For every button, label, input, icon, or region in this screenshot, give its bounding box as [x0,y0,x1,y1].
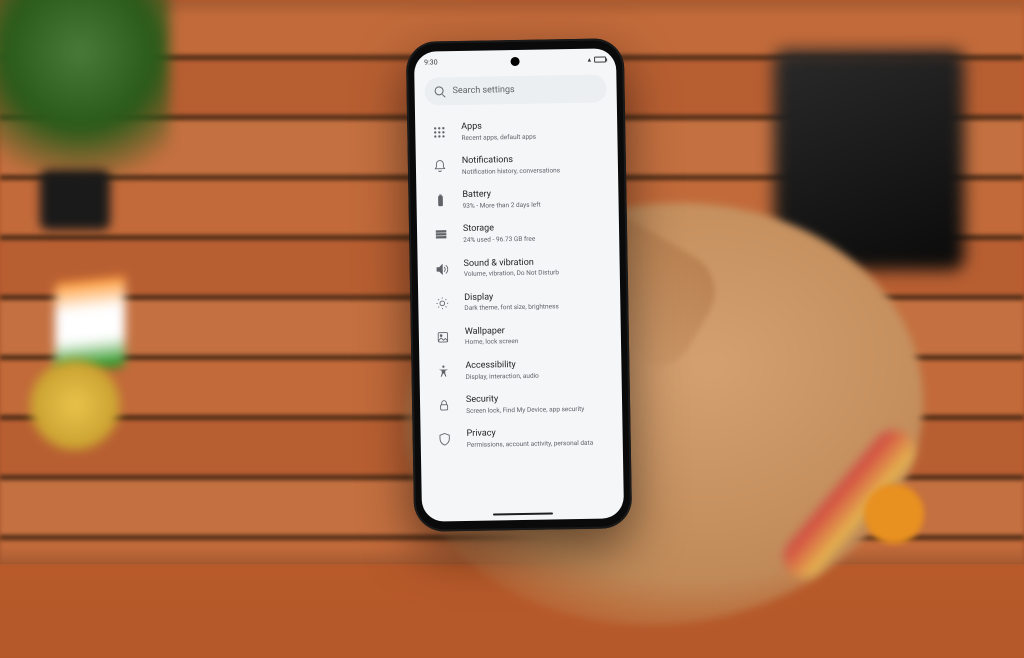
apps-icon [431,124,447,140]
settings-item-wallpaper[interactable]: Wallpaper Home, lock screen [425,317,616,354]
lock-icon [436,397,452,413]
settings-item-sound[interactable]: Sound & vibration Volume, vibration, Do … [423,249,614,286]
settings-item-battery[interactable]: Battery 93% - More than 2 days left [422,181,613,218]
settings-item-security[interactable]: Security Screen lock, Find My Device, ap… [426,385,617,422]
settings-list[interactable]: Apps Recent apps, default apps Notificat… [415,112,623,457]
battery-icon [594,56,606,62]
prop-pot [40,170,110,230]
item-subtitle: Recent apps, default apps [461,131,601,142]
nav-handle[interactable] [493,512,553,516]
item-subtitle: Home, lock screen [465,336,605,347]
wrist-bead [864,484,924,544]
signal-icon: ▴ [587,56,591,64]
item-subtitle: 24% used - 96.73 GB free [463,234,603,245]
item-subtitle: Notification history, conversations [462,165,602,176]
storage-icon [433,227,449,243]
item-subtitle: Display, interaction, audio [466,370,606,381]
search-placeholder: Search settings [453,85,515,96]
display-icon [434,295,450,311]
camera-hole [511,57,520,66]
settings-item-storage[interactable]: Storage 24% used - 96.73 GB free [423,215,614,252]
item-subtitle: Dark theme, font size, brightness [464,302,604,313]
search-icon [435,86,445,96]
item-subtitle: Screen lock, Find My Device, app securit… [466,404,606,415]
status-time: 9:30 [424,58,438,66]
item-subtitle: 93% - More than 2 days left [463,199,603,210]
wallpaper-icon [435,329,451,345]
prop-flag [55,276,125,373]
settings-item-privacy[interactable]: Privacy Permissions, account activity, p… [426,419,617,456]
phone-frame: 9:30 ▴ Search settings Apps Recent apps,… [406,38,633,532]
prop-medal [30,360,120,450]
phone-screen: 9:30 ▴ Search settings Apps Recent apps,… [414,48,624,521]
settings-item-display[interactable]: Display Dark theme, font size, brightnes… [424,283,615,320]
item-subtitle: Permissions, account activity, personal … [467,438,607,449]
item-subtitle: Volume, vibration, Do Not Disturb [464,268,604,279]
settings-item-apps[interactable]: Apps Recent apps, default apps [421,112,612,149]
battery-icon [432,193,448,209]
settings-item-accessibility[interactable]: Accessibility Display, interaction, audi… [425,351,616,388]
shield-icon [437,431,453,447]
sound-icon [434,261,450,277]
bell-icon [432,158,448,174]
settings-item-notifications[interactable]: Notifications Notification history, conv… [422,146,613,183]
search-settings[interactable]: Search settings [424,74,606,105]
accessibility-icon [435,363,451,379]
